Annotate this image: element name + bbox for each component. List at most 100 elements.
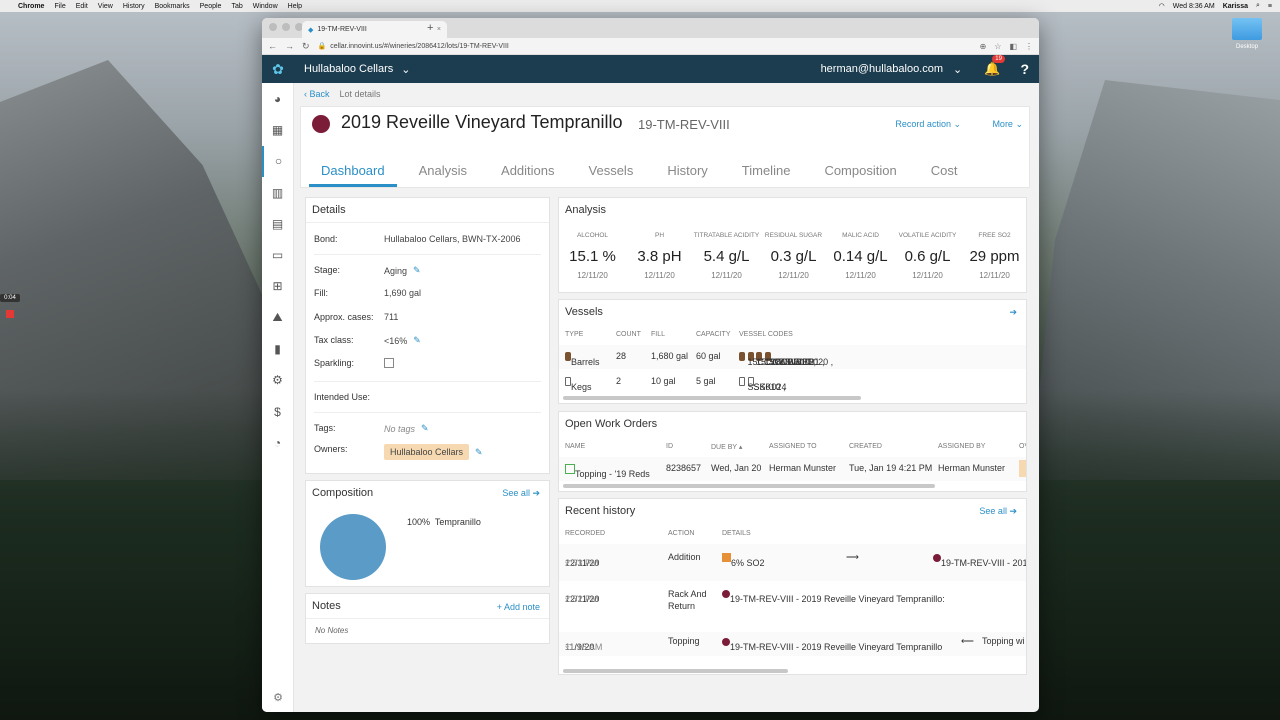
bookmark-star-icon[interactable]: ☆ <box>994 42 1001 51</box>
tab-additions[interactable]: Additions <box>489 163 566 187</box>
arrow-right-icon: ⟶ <box>846 552 859 562</box>
notes-card: Notes + Add note No Notes <box>305 593 550 644</box>
menubar-clock[interactable]: Wed 8:36 AM <box>1173 3 1215 10</box>
cases-row: Approx. cases: 711 <box>314 312 399 322</box>
composition-see-all-link[interactable]: See all ➔ <box>502 488 540 499</box>
vessel-barrel-icon[interactable]: ▥ <box>262 177 293 208</box>
add-note-button[interactable]: + Add note <box>497 602 540 612</box>
browser-menu-icon[interactable]: ⋮ <box>1025 42 1033 51</box>
settings-cogs-icon[interactable]: ⚙ <box>262 365 293 396</box>
history-row[interactable]: 11/9/20 11:15 AM ↶ Topping 19-TM-REV-VII… <box>559 632 1026 656</box>
work-orders-title: Open Work Orders <box>565 418 658 430</box>
innovint-logo-icon[interactable]: ✿ <box>262 61 294 78</box>
edit-tags-pencil-icon[interactable]: ✎ <box>421 423 429 434</box>
reload-icon[interactable]: ↻ <box>302 41 310 52</box>
browser-tab-title: 19-TM-REV-VIII <box>317 26 367 33</box>
spotlight-icon[interactable]: ⌕ <box>1256 2 1260 10</box>
vessel-row-kegs[interactable]: Kegs 2 10 gal 5 gal SSK010 , SSK024 <box>559 370 1026 394</box>
forward-arrow-icon[interactable]: → <box>285 41 294 51</box>
reports-bar-icon[interactable]: ▮ <box>262 333 293 364</box>
org-switcher[interactable]: Hullabaloo Cellars ⌄ <box>304 63 411 76</box>
tab-history[interactable]: History <box>655 163 719 187</box>
minimize-window-icon[interactable] <box>282 23 290 31</box>
menu-file[interactable]: File <box>54 3 65 10</box>
add-box-icon[interactable]: ⊞ <box>262 271 293 302</box>
menu-view[interactable]: View <box>98 3 113 10</box>
barrel-icon <box>739 352 745 362</box>
history-row[interactable]: 12/11/20 2:32 PM ↶ Rack And Return 19-TM… <box>559 585 1026 631</box>
chevron-down-icon[interactable]: ⌄ <box>953 63 962 76</box>
history-row[interactable]: 12/11/20 2:33 PM ↶ Addition 6% SO2 ⟶ 19-… <box>559 544 1026 581</box>
tab-composition[interactable]: Composition <box>812 163 908 187</box>
menu-people[interactable]: People <box>200 3 222 10</box>
lots-circle-icon[interactable]: ○ <box>262 145 293 177</box>
vineyard-icon[interactable]: ⛰ <box>262 302 293 333</box>
analysis-va[interactable]: VOLATILE ACIDITY 0.6 g/L 12/11/20 <box>894 228 961 281</box>
work-order-checkbox[interactable] <box>565 463 575 474</box>
archive-icon[interactable]: ▭ <box>262 239 293 270</box>
tab-analysis[interactable]: Analysis <box>407 163 479 187</box>
sparkling-checkbox[interactable] <box>384 358 394 368</box>
desktop-folder[interactable]: Desktop <box>1232 18 1262 50</box>
address-bar-row: ← → ↻ 🔒 cellar.innovint.us/#/wineries/20… <box>262 38 1039 55</box>
edit-owners-pencil-icon[interactable]: ✎ <box>475 447 483 458</box>
work-orders-scrollbar[interactable] <box>563 484 935 488</box>
menu-help[interactable]: Help <box>288 3 302 10</box>
menubar-user[interactable]: Karissa <box>1223 3 1248 10</box>
tab-vessels[interactable]: Vessels <box>577 163 646 187</box>
notifications-bell-icon[interactable]: 🔔 19 <box>984 55 1005 77</box>
history-scrollbar[interactable] <box>563 669 788 673</box>
back-link[interactable]: ‹ Back <box>304 89 330 99</box>
mac-menubar: Chrome File Edit View History Bookmarks … <box>0 0 1280 12</box>
tab-timeline[interactable]: Timeline <box>730 163 803 187</box>
history-see-all-link[interactable]: See all ➔ <box>979 506 1017 517</box>
control-center-icon[interactable]: ≡ <box>1268 3 1272 10</box>
wifi-icon[interactable]: ◠ <box>1159 2 1165 10</box>
analysis-ph[interactable]: PH 3.8 pH 12/11/20 <box>626 228 693 281</box>
browser-tab[interactable]: ◆ 19-TM-REV-VIII × <box>302 21 447 38</box>
vessels-scrollbar[interactable] <box>563 396 861 400</box>
analysis-alcohol[interactable]: ALCOHOL 15.1 % 12/11/20 <box>559 228 626 281</box>
analysis-so2[interactable]: FREE SO2 29 ppm 12/11/20 <box>961 228 1028 281</box>
stop-recording-icon[interactable] <box>6 310 14 318</box>
record-action-button[interactable]: Record action ⌄ <box>895 119 961 130</box>
edit-tax-pencil-icon[interactable]: ✎ <box>413 335 421 346</box>
vessels-arrow-icon[interactable]: ➔ <box>1009 307 1017 318</box>
owner-chip[interactable]: Hullabaloo Cellars <box>384 444 470 460</box>
back-arrow-icon[interactable]: ← <box>268 41 277 51</box>
close-window-icon[interactable] <box>269 23 277 31</box>
help-icon[interactable]: ? <box>1020 61 1029 77</box>
address-bar[interactable]: 🔒 cellar.innovint.us/#/wineries/2086412/… <box>318 42 972 51</box>
chevron-down-icon: ⌄ <box>401 63 411 76</box>
analysis-ta[interactable]: TITRATABLE ACIDITY 5.4 g/L 12/11/20 <box>693 228 760 281</box>
more-button[interactable]: More ⌄ <box>992 119 1023 130</box>
clipboard-icon[interactable]: ▤ <box>262 208 293 239</box>
vessel-row-barrels[interactable]: Barrels 28 1,680 gal 60 gal 15CCWBBL010 … <box>559 345 1026 369</box>
settings-gear-icon[interactable]: ⚙ <box>262 691 294 704</box>
edit-stage-pencil-icon[interactable]: ✎ <box>413 265 421 276</box>
menu-edit[interactable]: Edit <box>76 3 88 10</box>
new-tab-icon[interactable]: + <box>427 22 433 34</box>
menu-history[interactable]: History <box>123 3 145 10</box>
tab-dashboard[interactable]: Dashboard <box>309 163 397 187</box>
zoom-icon[interactable]: ⊕ <box>980 42 987 51</box>
cost-dollar-icon[interactable]: $ <box>262 396 293 427</box>
tab-cost[interactable]: Cost <box>919 163 970 187</box>
fill-row: Fill: 1,690 gal <box>314 288 422 298</box>
close-tab-icon[interactable]: × <box>437 26 441 33</box>
user-email[interactable]: herman@hullabaloo.com <box>821 63 943 75</box>
menu-app[interactable]: Chrome <box>18 3 44 10</box>
extension-icon[interactable]: ◧ <box>1009 42 1017 51</box>
keg-icon <box>739 377 745 387</box>
analytics-pie-icon[interactable]: ◔ <box>262 427 293 458</box>
analysis-malic[interactable]: MALIC ACID 0.14 g/L 12/11/20 <box>827 228 894 281</box>
menu-window[interactable]: Window <box>253 3 278 10</box>
menu-bookmarks[interactable]: Bookmarks <box>155 3 190 10</box>
menu-tab[interactable]: Tab <box>231 3 242 10</box>
lot-code: 19-TM-REV-VIII <box>638 117 730 132</box>
work-order-row[interactable]: Topping - '19 Reds 8238657 Wed, Jan 20 H… <box>559 457 1026 481</box>
calendar-icon[interactable]: ▦ <box>262 114 293 145</box>
lot-title: 2019 Reveille Vineyard Tempranillo <box>341 112 623 132</box>
dashboard-gauge-icon[interactable]: ◕ <box>262 83 293 114</box>
analysis-rs[interactable]: RESIDUAL SUGAR 0.3 g/L 12/11/20 <box>760 228 827 281</box>
